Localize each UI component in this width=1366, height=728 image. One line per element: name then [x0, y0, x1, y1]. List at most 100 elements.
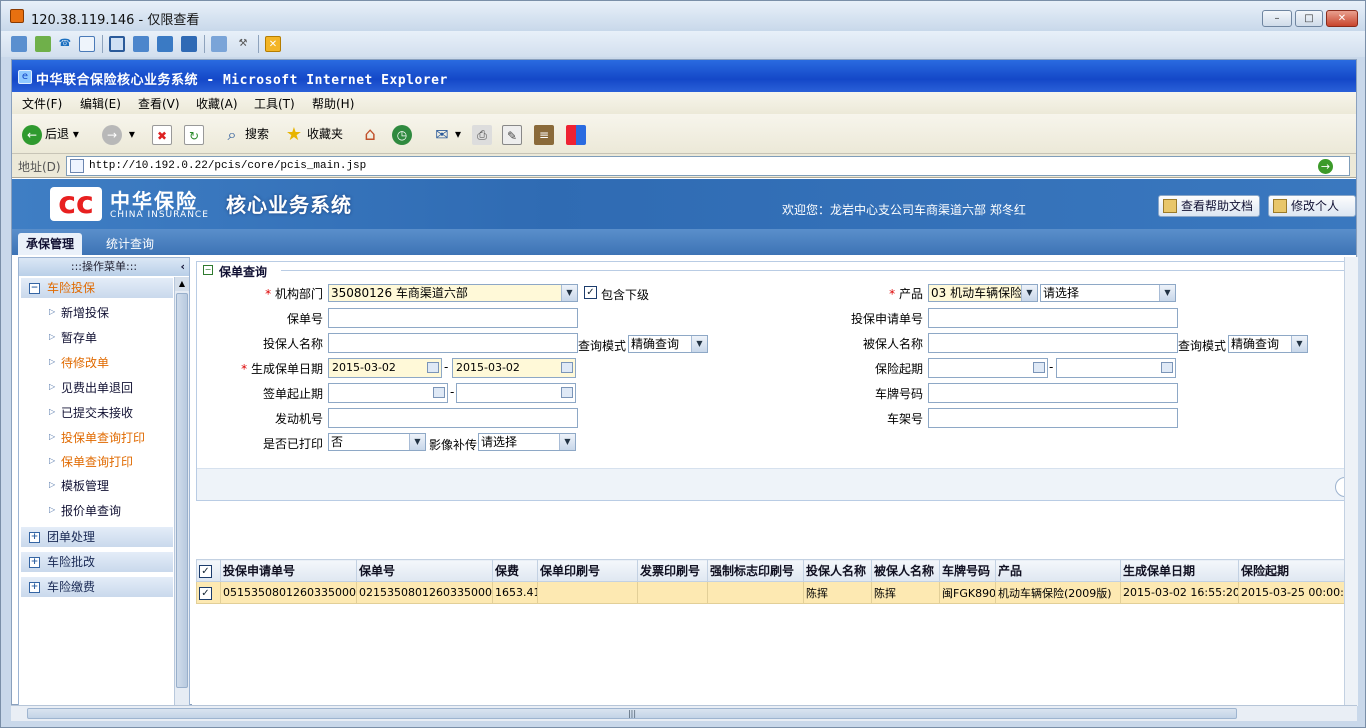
tab-underwriting[interactable]: 承保管理 [18, 233, 83, 255]
history-button[interactable]: ◷ [392, 123, 415, 145]
go-icon[interactable]: → [1318, 159, 1333, 174]
messenger-button[interactable] [566, 123, 589, 145]
sidebar-item-draft[interactable]: ▷ 暂存单 [49, 329, 97, 346]
col-compulsory-print-no[interactable]: 强制标志印刷号 [707, 559, 804, 582]
query-mode-select[interactable]: 精确查询 ▼ [628, 335, 708, 353]
search-button[interactable]: ⌕ 搜索 [222, 123, 270, 145]
scroll-thumb[interactable] [176, 293, 188, 688]
sidebar-group-endorsement[interactable]: + 车险批改 [21, 552, 173, 573]
sidebar-item-submitted[interactable]: ▷ 已提交未接收 [49, 404, 133, 421]
hscroll-thumb[interactable]: ||| [27, 708, 1237, 719]
collapse-icon[interactable]: ‹ [180, 258, 185, 276]
minimize-button[interactable]: – [1262, 10, 1292, 27]
monitor-icon[interactable] [11, 36, 27, 52]
gen-date-from-input[interactable]: 2015-03-02 [328, 358, 442, 378]
maximize-button[interactable]: □ [1295, 10, 1323, 27]
sidebar-group-car-insure[interactable]: − 车险投保 [21, 278, 173, 299]
collapse-panel-icon[interactable]: − [203, 265, 213, 275]
home-button[interactable]: ⌂ [360, 123, 383, 145]
sidebar-item-templates[interactable]: ▷ 模板管理 [49, 477, 109, 494]
sidebar-group-payment[interactable]: + 车险缴费 [21, 577, 173, 598]
query-mode-select-2[interactable]: 精确查询 ▼ [1228, 335, 1308, 353]
calendar-icon[interactable] [1161, 362, 1173, 373]
sidebar-scrollbar[interactable]: ▲ [174, 277, 189, 705]
row-select-cell[interactable]: ✓ [196, 581, 221, 604]
table-row[interactable]: ✓ 0515350801260335000041 021535080126033… [196, 581, 1352, 604]
image-select[interactable]: 请选择 ▼ [478, 433, 576, 451]
col-app-no[interactable]: 投保申请单号 [220, 559, 357, 582]
sidebar-item-returned[interactable]: ▷ 见费出单退回 [49, 379, 133, 396]
menu-favorites[interactable]: 收藏(A) [196, 95, 238, 112]
help-doc-button[interactable]: 查看帮助文档 [1158, 195, 1260, 217]
ins-start-to-input[interactable] [1056, 358, 1176, 378]
horizontal-scrollbar[interactable]: ||| [11, 705, 1357, 721]
col-premium[interactable]: 保费 [492, 559, 538, 582]
menu-tools[interactable]: 工具(T) [254, 95, 295, 112]
print-button[interactable]: ⎙ [472, 123, 495, 145]
sidebar-group-group-policy[interactable]: + 团单处理 [21, 527, 173, 548]
menu-view[interactable]: 查看(V) [138, 95, 180, 112]
calendar-icon[interactable] [427, 362, 439, 373]
sidebar-item-new[interactable]: ▷ 新增投保 [49, 304, 109, 321]
calendar-icon[interactable] [561, 362, 573, 373]
modify-profile-button[interactable]: 修改个人 [1268, 195, 1356, 217]
chat-icon[interactable] [79, 36, 95, 52]
phone-icon[interactable]: ☎ [57, 36, 73, 52]
col-plate[interactable]: 车牌号码 [939, 559, 996, 582]
address-input[interactable]: http://10.192.0.22/pcis/core/pcis_main.j… [66, 156, 1350, 176]
sidebar-item-quote-query[interactable]: ▷ 报价单查询 [49, 502, 121, 519]
window-icon[interactable] [157, 36, 173, 52]
fullscreen-icon[interactable] [133, 36, 149, 52]
plate-input[interactable] [928, 383, 1178, 403]
gen-date-to-input[interactable]: 2015-03-02 [452, 358, 576, 378]
back-button[interactable]: ← 后退 ▾ [22, 123, 79, 145]
menu-file[interactable]: 文件(F) [22, 95, 62, 112]
scroll-up-icon[interactable]: ▲ [175, 277, 189, 291]
sign-date-from-input[interactable] [328, 383, 448, 403]
col-insured[interactable]: 被保人名称 [871, 559, 940, 582]
menu-help[interactable]: 帮助(H) [312, 95, 354, 112]
clipboard-icon[interactable] [211, 36, 227, 52]
col-invoice-print-no[interactable]: 发票印刷号 [637, 559, 708, 582]
sidebar-item-to-modify[interactable]: ▷ 待修改单 [49, 354, 109, 371]
research-button[interactable]: ≡ [534, 123, 557, 145]
applicant-input[interactable] [328, 333, 578, 353]
col-applicant[interactable]: 投保人名称 [803, 559, 872, 582]
forward-button[interactable]: → ▾ [102, 123, 135, 145]
sidebar-item-app-query-print[interactable]: ▷ 投保单查询打印 [49, 429, 145, 446]
favorites-button[interactable]: ★ 收藏夹 [284, 123, 343, 145]
menu-edit[interactable]: 编辑(E) [80, 95, 121, 112]
sign-date-to-input[interactable] [456, 383, 576, 403]
ins-start-from-input[interactable] [928, 358, 1048, 378]
frame-input[interactable] [928, 408, 1178, 428]
org-select[interactable]: 35080126 车商渠道六部 ▼ [328, 284, 578, 302]
include-sub-checkbox[interactable]: ✓ [584, 286, 597, 299]
printed-select[interactable]: 否 ▼ [328, 433, 426, 451]
product-select[interactable]: 03 机动车辆保险 ▼ [928, 284, 1038, 302]
scale-icon[interactable] [181, 36, 197, 52]
fit-window-icon[interactable] [109, 36, 125, 52]
disconnect-icon[interactable]: ✕ [265, 36, 281, 52]
calendar-icon[interactable] [1033, 362, 1045, 373]
tab-statistics[interactable]: 统计查询 [98, 233, 162, 255]
select-all-checkbox[interactable]: ✓ [199, 565, 212, 578]
app-no-input[interactable] [928, 308, 1178, 328]
sidebar-item-policy-query-print[interactable]: ▷ 保单查询打印 [49, 453, 133, 470]
tools-icon[interactable]: ⚒ [235, 36, 251, 52]
col-gen-date[interactable]: 生成保单日期 [1120, 559, 1239, 582]
product-sub-select[interactable]: 请选择 ▼ [1040, 284, 1176, 302]
stop-button[interactable]: ✖ [152, 123, 175, 145]
calendar-icon[interactable] [561, 387, 573, 398]
refresh-button[interactable]: ↻ [184, 123, 207, 145]
insured-input[interactable] [928, 333, 1178, 353]
select-all-cell[interactable]: ✓ [196, 559, 221, 582]
col-policy-no[interactable]: 保单号 [356, 559, 493, 582]
edit-button[interactable]: ✎ [502, 123, 525, 145]
mail-button[interactable]: ✉ ▾ [432, 123, 461, 145]
engine-input[interactable] [328, 408, 578, 428]
close-button[interactable]: ✕ [1326, 10, 1358, 27]
row-checkbox[interactable]: ✓ [199, 586, 212, 600]
transfer-icon[interactable] [35, 36, 51, 52]
col-policy-print-no[interactable]: 保单印刷号 [537, 559, 638, 582]
policy-no-input[interactable] [328, 308, 578, 328]
